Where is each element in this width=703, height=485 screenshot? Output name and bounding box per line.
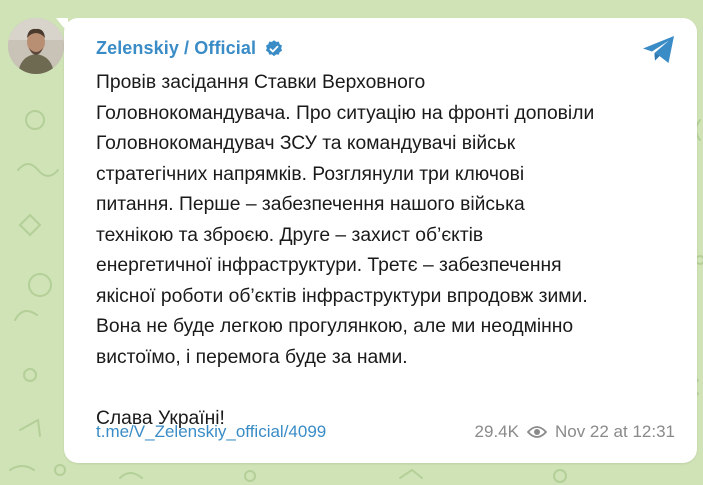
message-text: Провів засідання Ставки Верховного Голов… [96,68,686,434]
verified-badge-icon [266,39,283,56]
channel-avatar[interactable] [8,18,64,74]
message-line: Головнокомандувач ЗСУ та командувачі вій… [96,133,516,154]
message-date: Nov 22 at 12:31 [554,422,675,441]
message-line: енергетичної інфраструктури. Третє – заб… [96,255,562,276]
message-line-empty [96,373,686,404]
eye-icon [526,426,547,438]
message-meta: 29.4K Nov 22 at 12:31 [475,422,675,442]
channel-header: Zelenskiy / Official [96,38,284,59]
message-bubble: Zelenskiy / Official Провів засідання Ст… [64,18,697,463]
avatar-portrait-icon [8,18,64,74]
message-line: технікою та зброєю. Друге – захист об’єк… [96,224,484,246]
message-line: Головнокомандувача. Про ситуацію на фрон… [96,102,595,124]
channel-name[interactable]: Zelenskiy / Official [96,38,256,59]
telegram-plane-icon[interactable] [641,34,677,66]
views-count: 29.4K [474,422,519,441]
message-footer: t.me/V_Zelenskiy_official/4099 29.4K Nov… [96,422,675,442]
message-line: стратегічних напрямків. Розглянули три к… [96,163,525,185]
post-link[interactable]: t.me/V_Zelenskiy_official/4099 [96,422,326,442]
message-line: вистоїмо, і перемога буде за нами. [96,346,408,368]
message-line: питання. Перше – забезпечення нашого вій… [96,194,525,215]
message-line: якісної роботи об’єктів інфраструктури в… [96,285,588,307]
message-line: Вона не буде легкою прогулянкою, але ми … [96,316,574,337]
message-line: Провів засідання Ставки Верховного [96,72,426,93]
